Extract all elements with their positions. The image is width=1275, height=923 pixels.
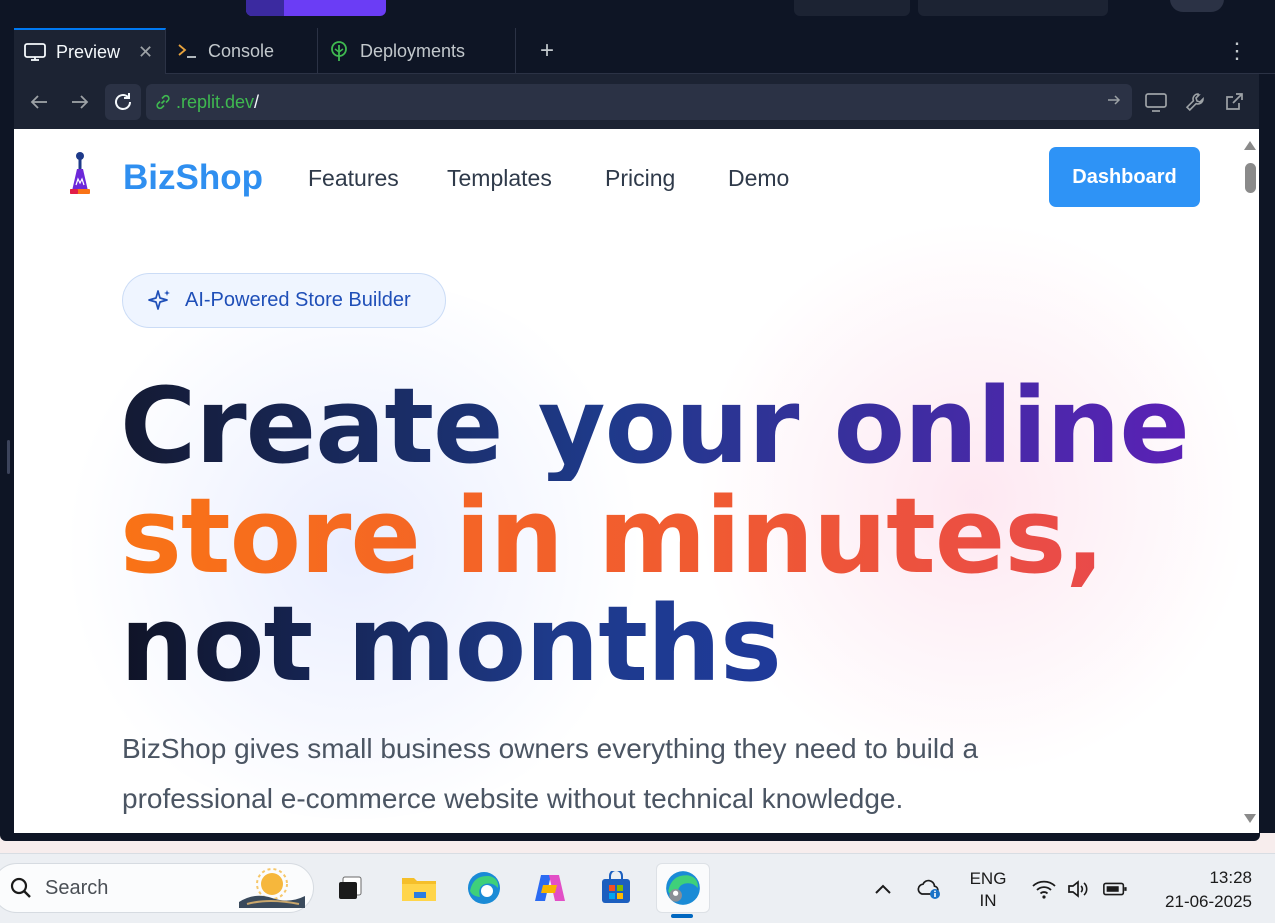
new-tab-button[interactable]: + (540, 39, 554, 63)
ai-badge: AI-Powered Store Builder (122, 273, 446, 328)
run-button-icon (246, 0, 284, 16)
weather-sun-icon (239, 868, 305, 908)
tab-preview[interactable]: Preview ✕ (14, 28, 166, 74)
edge-icon[interactable] (463, 867, 505, 909)
scroll-down-arrow-icon[interactable] (1244, 814, 1256, 823)
battery-icon[interactable] (1102, 876, 1128, 902)
user-avatar[interactable] (1170, 0, 1224, 12)
ai-badge-label: AI-Powered Store Builder (185, 289, 411, 311)
file-explorer-icon[interactable] (398, 867, 440, 909)
hero-headline-line-1: Create your online (120, 365, 1190, 487)
terminal-icon (176, 40, 198, 62)
right-panel-edge (1259, 74, 1275, 834)
clock-time: 13:28 (1209, 868, 1252, 887)
more-options-icon[interactable]: ⋮ (1226, 38, 1248, 64)
nav-link-pricing[interactable]: Pricing (605, 165, 675, 192)
url-domain: .replit.dev (176, 91, 255, 112)
page-scrollbar[interactable] (1240, 129, 1259, 833)
back-arrow-icon[interactable] (25, 88, 53, 116)
tab-deployments-label: Deployments (360, 40, 466, 61)
tab-deployments[interactable]: Deployments (318, 28, 516, 74)
nav-link-features[interactable]: Features (308, 165, 399, 192)
clock-date: 21-06-2025 (1165, 892, 1252, 911)
url-field[interactable]: .replit.dev / (146, 84, 1132, 120)
chevron-up-icon[interactable] (870, 876, 896, 902)
preview-viewport: BizShop Features Templates Pricing Demo … (14, 129, 1259, 833)
link-icon (154, 93, 172, 111)
forward-arrow-icon[interactable] (66, 88, 94, 116)
language-code: ENG (969, 869, 1007, 888)
search-placeholder: Search (45, 876, 109, 899)
screen: Preview ✕ Console Deployments + ⋮ .repli… (0, 0, 1275, 923)
scroll-thumb[interactable] (1245, 163, 1256, 193)
bizshop-logo-icon[interactable] (68, 151, 92, 197)
replit-top-strip (0, 0, 1275, 28)
url-path: / (254, 91, 260, 112)
search-icon (9, 876, 33, 900)
language-indicator[interactable]: ENG IN (966, 868, 1010, 912)
reload-icon[interactable] (105, 84, 141, 120)
taskbar-search[interactable]: Search (0, 863, 314, 913)
go-arrow-icon[interactable] (1106, 92, 1122, 113)
hero-subheadline: BizShop gives small business owners ever… (122, 733, 979, 814)
deploy-tree-icon (328, 40, 350, 62)
volume-icon[interactable] (1066, 876, 1092, 902)
scroll-up-arrow-icon[interactable] (1244, 141, 1256, 150)
microsoft-store-icon[interactable] (595, 867, 637, 909)
language-region: IN (979, 891, 997, 910)
wifi-icon[interactable] (1031, 876, 1057, 902)
open-new-window-icon[interactable] (1221, 89, 1247, 115)
task-view-icon[interactable] (329, 867, 371, 909)
system-clock[interactable]: 13:28 21-06-2025 (1148, 866, 1252, 914)
hero-headline-line-2: store in minutes, (120, 475, 1105, 597)
tab-console[interactable]: Console (166, 28, 318, 74)
top-pill-button[interactable] (794, 0, 910, 16)
close-icon[interactable]: ✕ (138, 42, 153, 63)
resize-handle[interactable] (7, 440, 10, 474)
preview-toolbar: .replit.dev / (14, 74, 1261, 129)
hero-headline-line-3: not months (120, 583, 782, 705)
monitor-icon (24, 41, 46, 63)
pane-tab-bar: Preview ✕ Console Deployments + ⋮ (14, 28, 1275, 74)
brand-name[interactable]: BizShop (123, 158, 263, 198)
copilot-icon[interactable] (529, 867, 571, 909)
active-app-indicator (671, 914, 693, 918)
left-panel-edge (0, 28, 14, 833)
nav-link-demo[interactable]: Demo (728, 165, 789, 192)
tab-console-label: Console (208, 40, 275, 61)
deploy-pill-button[interactable] (918, 0, 1108, 16)
tab-preview-label: Preview (56, 41, 121, 62)
onedrive-cloud-icon[interactable] (916, 876, 942, 902)
window-bottom-edge (0, 833, 1275, 853)
windows-taskbar: Search ENG IN 13:28 21-06-2025 (0, 853, 1275, 923)
edge-active-icon[interactable] (656, 863, 710, 913)
nav-link-templates[interactable]: Templates (447, 165, 552, 192)
dashboard-button[interactable]: Dashboard (1049, 147, 1200, 207)
device-view-icon[interactable] (1143, 89, 1169, 115)
sparkles-icon (147, 288, 173, 314)
devtools-wrench-icon[interactable] (1182, 89, 1208, 115)
